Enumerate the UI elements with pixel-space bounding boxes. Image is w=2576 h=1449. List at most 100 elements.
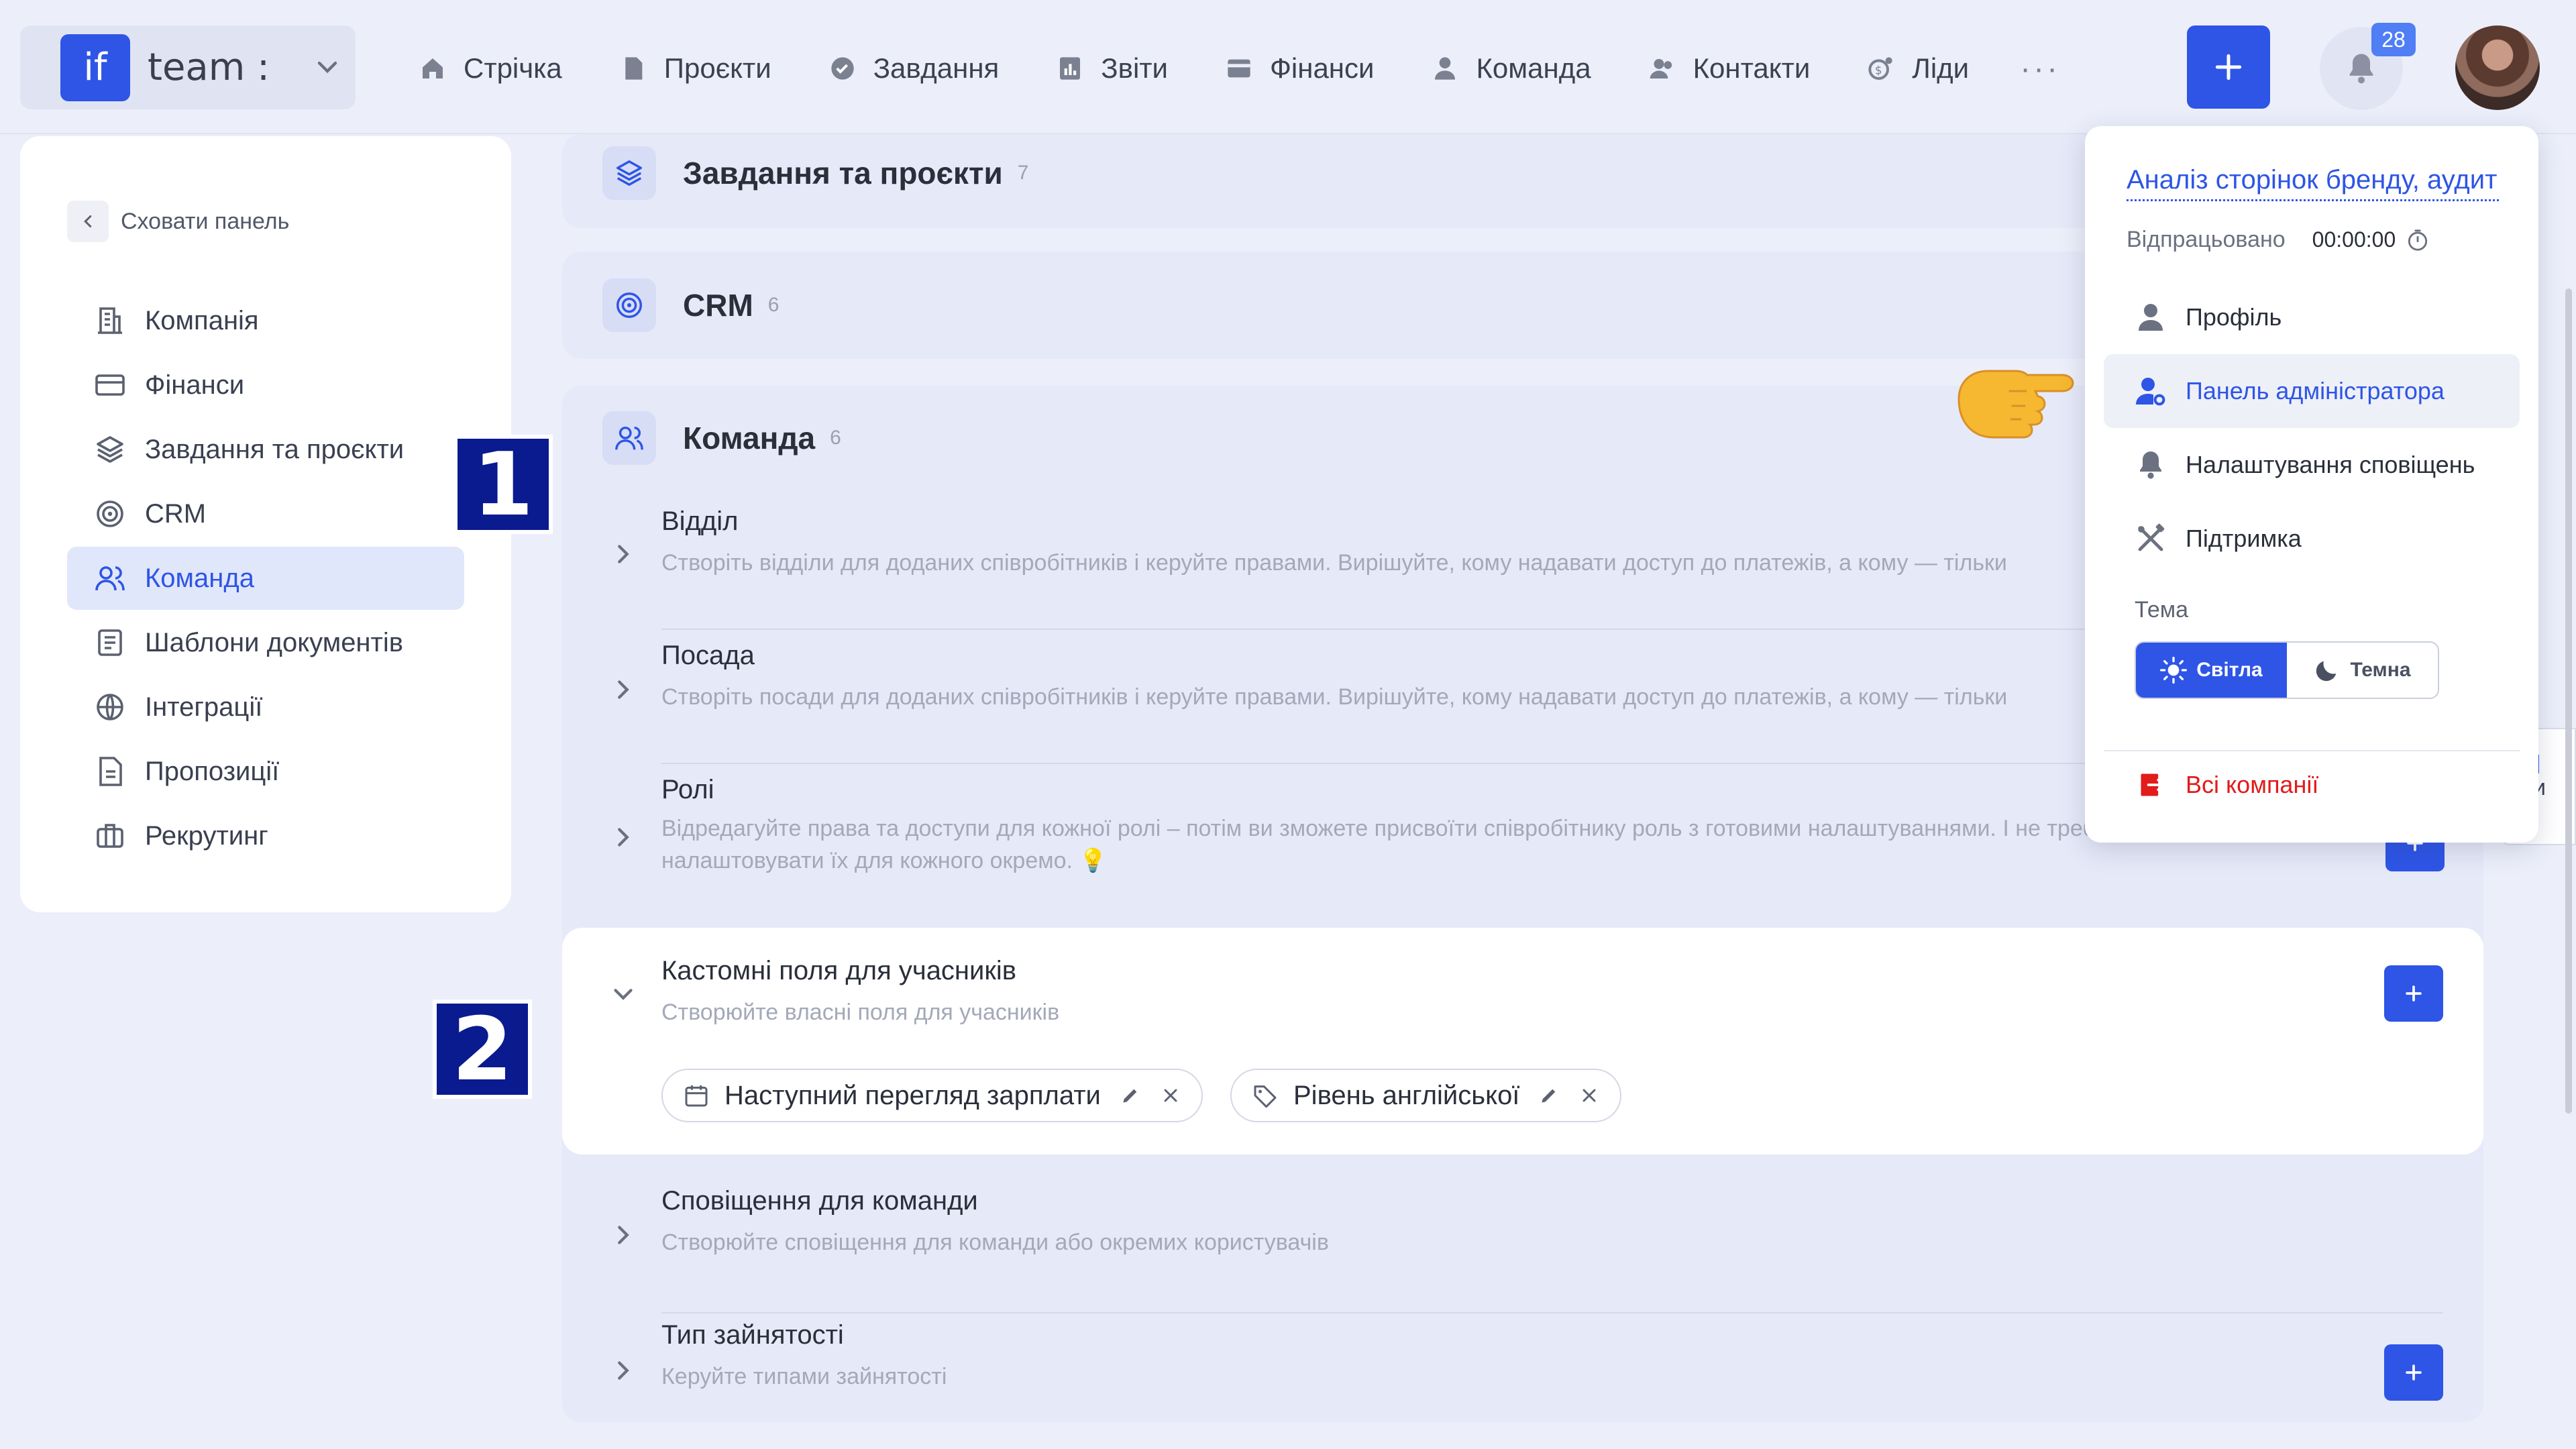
- custom-field-chip[interactable]: Наступний перегляд зарплати: [661, 1069, 1203, 1122]
- sidebar-item-integrations[interactable]: Інтеграції: [67, 676, 464, 739]
- nav-item-leads[interactable]: $ Ліди: [1868, 52, 1969, 85]
- main-nav: Стрічка Проєкти Завдання Звіти Фінанси К…: [419, 42, 2060, 95]
- sidebar-item-proposals[interactable]: Пропозиції: [67, 740, 464, 803]
- menu-item-all-companies[interactable]: Всі компанії: [2137, 770, 2318, 800]
- close-icon[interactable]: [1578, 1085, 1600, 1106]
- sidebar-item-label: Завдання та проєкти: [145, 434, 405, 464]
- chip-label: Рівень англійської: [1293, 1080, 1520, 1110]
- leads-icon: $: [1868, 57, 1892, 80]
- nav-label: Стрічка: [464, 52, 562, 84]
- theme-light-option[interactable]: Світла: [2136, 643, 2287, 698]
- row-title: Кастомні поля для учасників: [661, 956, 1017, 985]
- menu-item-admin-panel[interactable]: Панель адміністратора: [2104, 354, 2520, 428]
- theme-label: Тема: [2135, 597, 2189, 623]
- row-description: Відредагуйте права та доступи для кожної…: [661, 816, 2192, 873]
- chip-label: Наступний перегляд зарплати: [724, 1080, 1101, 1110]
- pencil-icon[interactable]: [1538, 1085, 1560, 1106]
- close-icon[interactable]: [1160, 1085, 1181, 1106]
- create-button[interactable]: [2187, 25, 2270, 109]
- nav-item-tasks[interactable]: Завдання: [829, 52, 999, 85]
- theme-toggle: Світла Темна: [2135, 641, 2439, 699]
- row-description: Створюйте сповіщення для команди або окр…: [661, 1230, 1329, 1255]
- moon-icon: [2316, 661, 2337, 682]
- card-icon: [95, 374, 125, 396]
- row-description: Створіть відділи для доданих співробітни…: [661, 550, 2007, 576]
- target-icon: [602, 278, 656, 332]
- plus-icon: [2406, 985, 2422, 1002]
- sidebar-item-label: Шаблони документів: [145, 627, 403, 657]
- sidebar-item-label: Компанія: [145, 305, 259, 335]
- check-circle-icon: [831, 57, 854, 80]
- chevron-right-icon: [618, 1226, 629, 1244]
- card-title: CRM: [683, 288, 753, 323]
- card-header: CRM 6: [602, 278, 779, 332]
- card-count: 7: [1017, 162, 1029, 184]
- row-employment-type[interactable]: Тип зайнятості Керуйте типами зайнятості: [562, 1315, 2483, 1422]
- sidebar-item-tasks-projects[interactable]: Завдання та проєкти: [67, 418, 464, 481]
- chevron-right-icon: [618, 545, 629, 564]
- add-employment-type-button[interactable]: [2384, 1344, 2443, 1401]
- current-task-link[interactable]: Аналіз сторінок бренду, аудит: [2127, 165, 2499, 201]
- profile-icon: [2139, 304, 2163, 331]
- user-avatar[interactable]: [2455, 25, 2540, 110]
- menu-item-profile[interactable]: Профіль: [2104, 280, 2520, 354]
- worked-time: Відпрацьовано 00:00:00: [2127, 227, 2430, 253]
- more-menu-button[interactable]: ···: [2020, 50, 2060, 87]
- stopwatch-icon[interactable]: [2405, 227, 2430, 253]
- sun-icon: [2160, 657, 2188, 684]
- worked-label: Відпрацьовано: [2127, 227, 2286, 252]
- menu-item-notification-settings[interactable]: Налаштування сповіщень: [2104, 428, 2520, 502]
- template-icon: [98, 629, 122, 656]
- contacts-icon: [1650, 58, 1672, 78]
- wallet-icon: [1228, 59, 1250, 78]
- nav-label: Звіти: [1101, 52, 1168, 84]
- add-custom-field-button[interactable]: [2384, 965, 2443, 1022]
- row-description: Створіть посади для доданих співробітник…: [661, 684, 2008, 710]
- team-name: team :: [148, 46, 270, 89]
- menu-item-support[interactable]: Підтримка: [2104, 502, 2520, 576]
- team-switcher[interactable]: if team :: [20, 25, 356, 109]
- sidebar-item-recruiting[interactable]: Рекрутинг: [67, 804, 464, 867]
- theme-dark-label: Темна: [2350, 659, 2411, 681]
- sidebar-item-company[interactable]: Компанія: [67, 289, 464, 352]
- nav-item-finance[interactable]: Фінанси: [1226, 52, 1374, 85]
- card-count: 6: [767, 294, 780, 316]
- nav-item-projects[interactable]: Проєкти: [620, 52, 771, 85]
- sidebar-item-crm[interactable]: CRM: [67, 482, 464, 545]
- row-title: Сповіщення для команди: [661, 1186, 978, 1216]
- sidebar-item-label: Пропозиції: [145, 756, 280, 786]
- chevron-right-icon: [618, 680, 629, 699]
- chevron-down-icon[interactable]: [608, 979, 639, 1010]
- chevron-right-icon: [618, 1361, 629, 1380]
- sidebar-list: Компанія Фінанси Завдання та проєкти CRM…: [67, 289, 464, 869]
- scrollbar-thumb[interactable]: [2565, 288, 2572, 1114]
- svg-text:$: $: [1875, 64, 1882, 76]
- nav-item-team[interactable]: Команда: [1432, 52, 1591, 85]
- tag-icon: [1254, 1085, 1277, 1108]
- custom-field-chip[interactable]: Рівень англійської: [1230, 1069, 1622, 1122]
- exit-icon: [2141, 773, 2165, 796]
- chevron-left-icon: [84, 215, 92, 227]
- plus-icon: [2215, 54, 2242, 80]
- layers-icon: [602, 146, 656, 200]
- sidebar-item-team[interactable]: Команда: [67, 547, 464, 610]
- row-team-notifications[interactable]: Сповіщення для команди Створюйте сповіще…: [562, 1181, 2483, 1315]
- sidebar-item-finance[interactable]: Фінанси: [67, 354, 464, 417]
- notifications-count-badge: 28: [2371, 23, 2416, 56]
- theme-dark-option[interactable]: Темна: [2287, 643, 2438, 698]
- admin-icon: [2136, 378, 2165, 406]
- user-menu-dropdown: Аналіз сторінок бренду, аудит Відпрацьов…: [2085, 126, 2538, 843]
- document-icon: [625, 57, 643, 80]
- nav-item-feed[interactable]: Стрічка: [419, 52, 562, 85]
- theme-light-label: Світла: [2196, 659, 2263, 681]
- row-description: Керуйте типами зайнятості: [661, 1364, 947, 1389]
- nav-item-reports[interactable]: Звіти: [1057, 52, 1168, 85]
- hide-panel-button[interactable]: Сховати панель: [67, 201, 289, 242]
- hide-panel-chevron: [67, 201, 109, 242]
- hide-panel-label: Сховати панель: [121, 208, 290, 234]
- row-title: Посада: [661, 641, 755, 670]
- nav-item-contacts[interactable]: Контакти: [1649, 52, 1810, 85]
- proposal-icon: [99, 757, 122, 786]
- pencil-icon[interactable]: [1120, 1085, 1141, 1106]
- sidebar-item-templates[interactable]: Шаблони документів: [67, 611, 464, 674]
